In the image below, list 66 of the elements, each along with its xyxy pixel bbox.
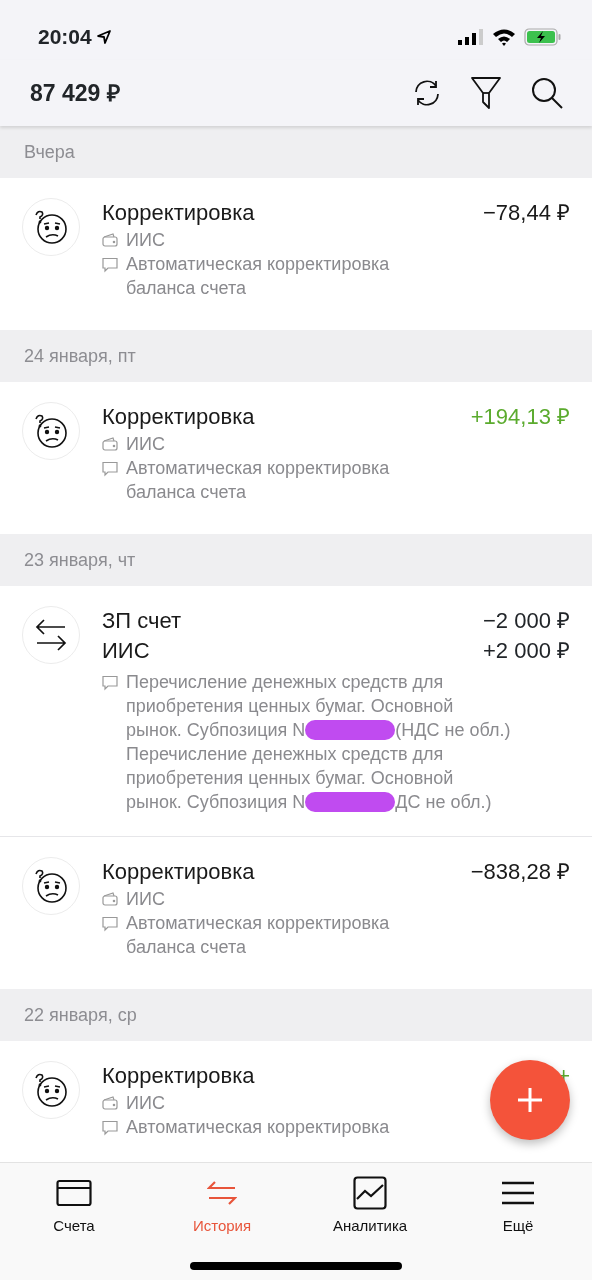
note-line: ДС не обл.)	[395, 791, 492, 814]
tab-label: Счета	[53, 1216, 95, 1236]
note-line: Перечисление денежных средств для	[126, 671, 444, 694]
signal-icon	[458, 29, 484, 45]
note-line: (НДС не обл.)	[395, 719, 511, 742]
date-header: 24 января, пт	[0, 330, 592, 382]
wallet-icon	[102, 437, 118, 451]
transaction-title: Корректировка	[102, 403, 255, 431]
transaction-note: Автоматическая корректировка баланса счета	[126, 253, 391, 300]
transaction-title: Корректировка	[102, 199, 255, 227]
comment-icon	[102, 675, 118, 691]
confused-face-icon	[33, 1072, 69, 1108]
wifi-icon	[492, 28, 516, 46]
note-line: рынок. Субпозиция N	[126, 791, 306, 814]
plus-icon	[517, 1087, 543, 1113]
transaction-note: Автоматическая корректировка баланса счета	[126, 457, 391, 504]
tab-label: История	[192, 1216, 252, 1236]
filter-icon[interactable]	[470, 76, 502, 110]
comment-icon	[102, 916, 118, 932]
confused-face-icon	[33, 413, 69, 449]
transfer-arrows-icon	[35, 618, 67, 652]
tab-label: Аналитика	[332, 1216, 408, 1236]
clock-time: 20:04	[38, 24, 92, 51]
tab-item[interactable]: Ещё	[444, 1175, 592, 1238]
wallet-icon	[102, 892, 118, 906]
refresh-icon[interactable]	[412, 78, 442, 108]
comment-icon	[102, 1120, 118, 1136]
transaction-amount: −838,28 ₽	[470, 858, 570, 886]
transaction-amount: −2 000 ₽	[483, 607, 570, 635]
note-line: приобретения ценных бумаг. Основной	[126, 767, 454, 790]
tab-label: Ещё	[502, 1216, 534, 1236]
date-header: Вчера	[0, 126, 592, 178]
note-line: приобретения ценных бумаг. Основной	[126, 695, 454, 718]
transaction-amount: −78,44 ₽	[483, 199, 570, 227]
transaction-amount: +194,13 ₽	[470, 403, 570, 431]
confused-face-icon	[33, 868, 69, 904]
comment-icon	[102, 461, 118, 477]
note-line: рынок. Субпозиция N	[126, 719, 306, 742]
search-icon[interactable]	[530, 76, 564, 110]
account-name: ИИС	[126, 1092, 165, 1115]
note-line: Перечисление денежных средств для	[126, 743, 444, 766]
tab-item[interactable]: История	[148, 1175, 296, 1238]
chart-icon	[353, 1176, 387, 1210]
card-icon	[56, 1179, 92, 1207]
tab-item[interactable]: Аналитика	[296, 1175, 444, 1238]
date-header: 23 января, чт	[0, 534, 592, 586]
transaction-note: Автоматическая корректировка баланса счета	[126, 912, 391, 959]
confused-face-icon	[33, 209, 69, 245]
account-name: ИИС	[126, 229, 165, 252]
transaction-title: ЗП счет	[102, 607, 181, 635]
date-header: 22 января, ср	[0, 989, 592, 1041]
wallet-icon	[102, 233, 118, 247]
account-name: ИИС	[126, 433, 165, 456]
comment-icon	[102, 257, 118, 273]
account-name: ИИС	[126, 888, 165, 911]
transaction-title: Корректировка	[102, 858, 255, 886]
location-arrow-icon	[95, 29, 112, 45]
menu-icon	[501, 1180, 535, 1206]
transaction-amount: +2 000 ₽	[483, 637, 570, 665]
balance-amount: 87 429 ₽	[30, 78, 120, 108]
battery-icon	[524, 28, 562, 46]
wallet-icon	[102, 1096, 118, 1110]
transaction-note: Автоматическая корректировка	[126, 1116, 391, 1139]
transaction-title: Корректировка	[102, 1062, 255, 1090]
tab-item[interactable]: Счета	[0, 1175, 148, 1238]
transaction-title: ИИС	[102, 637, 150, 665]
